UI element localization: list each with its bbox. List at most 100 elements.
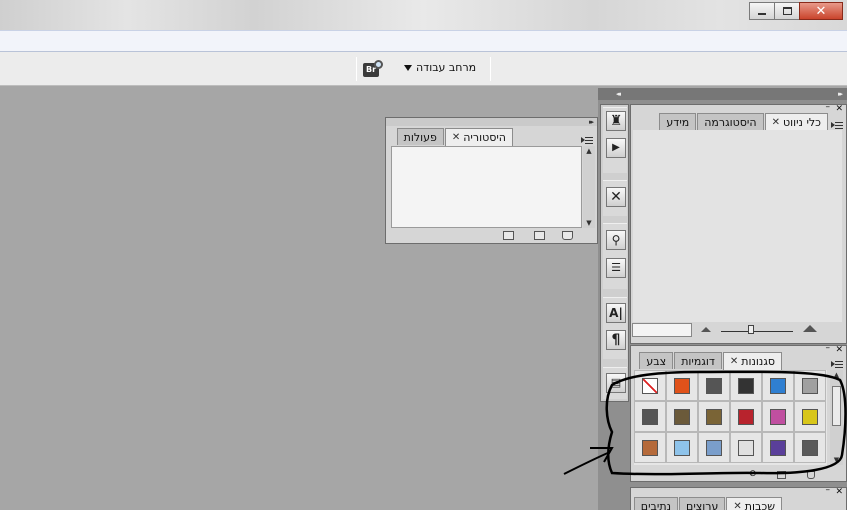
minimize-button[interactable] [749,2,775,20]
style-swatch[interactable] [634,432,666,463]
window-title-bar: ✕ [0,0,847,30]
delete-style-icon[interactable] [807,471,815,479]
style-charcoal-icon [802,439,818,456]
styles-scrollbar[interactable]: ▲ ▼ [830,370,843,465]
separator [356,57,357,81]
close-button[interactable]: ✕ [799,2,843,20]
icon-group: ✕ [603,180,627,216]
tab-color[interactable]: צבע [639,352,674,369]
scroll-thumb[interactable] [832,386,841,426]
paragraph-icon[interactable]: ¶ [606,330,626,350]
style-swatch[interactable] [666,370,698,401]
iconic-panel-column: ♜ ▶ ✕ ⚲ ☰ A| ¶ ▤ [600,104,629,402]
style-camera-icon [738,377,754,394]
style-swatch[interactable] [794,401,826,432]
launch-bridge-button[interactable]: Br [363,60,385,78]
tab-histogram[interactable]: היסטוגרמה [697,113,764,130]
style-olive-brown-icon [706,408,722,425]
style-swatch[interactable] [634,401,666,432]
collapse-left-icon[interactable]: ◂◂ [616,90,621,98]
application-bar: Br מרחב עבודה [0,52,847,86]
clone-source-icon[interactable]: ⚲ [606,230,626,250]
workspace-switcher[interactable]: מרחב עבודה [404,61,476,74]
tab-swatches[interactable]: דוגמיות [674,352,722,369]
style-swatch[interactable] [762,401,794,432]
tab-layers[interactable]: שכבות ✕ [726,497,782,510]
separator [490,57,491,81]
navigator-preview[interactable] [633,130,842,322]
character-icon[interactable]: A| [606,303,626,323]
style-swatch[interactable] [794,432,826,463]
style-swatch[interactable] [666,401,698,432]
zoom-out-icon[interactable] [701,327,711,332]
tab-navigator[interactable]: כלי ניווט ✕ [764,113,828,131]
style-swatch[interactable] [762,432,794,463]
scroll-down-icon[interactable]: ▼ [583,218,595,228]
tab-label: כלי ניווט [782,116,821,129]
style-swatch[interactable] [634,370,666,401]
zoom-in-icon[interactable] [803,325,817,332]
dropdown-arrow-icon [404,64,412,71]
close-panel-icon[interactable]: ✕ [835,104,843,114]
panel-menu-icon[interactable] [831,120,843,130]
close-panel-icon[interactable]: ✕ [835,487,843,497]
history-scrollbar[interactable]: ▲ ▼ [583,146,595,228]
history-brush-icon[interactable]: ♜ [606,111,626,131]
collapse-right-icon[interactable]: ▸▸ [838,90,843,98]
close-panel-icon[interactable]: ✕ [835,345,843,355]
style-yellow-icon [802,408,818,425]
tab-channels[interactable]: ערוצים [679,497,726,510]
tab-actions[interactable]: פעולות [396,128,444,145]
panel-header[interactable]: ▸▸ [386,118,597,126]
minimize-panel-icon[interactable]: – [826,485,831,495]
style-swatch[interactable] [794,370,826,401]
snapshot-icon[interactable] [534,231,545,240]
style-swatch[interactable] [762,370,794,401]
zoom-slider-thumb[interactable] [748,325,754,334]
close-tab-icon[interactable]: ✕ [772,115,780,130]
tools-icon[interactable]: ✕ [606,187,626,207]
history-list[interactable] [391,146,582,228]
style-purple-icon [770,439,786,456]
style-orange-glow-icon [674,377,690,394]
scroll-up-icon[interactable]: ▲ [830,370,843,380]
tab-history[interactable]: היסטוריה ✕ [444,128,513,146]
styles-panel: ✕ – סגנונות ✕ דוגמיות צבע ▲ ▼ ⊘ [630,343,847,482]
style-swatch[interactable] [730,432,762,463]
style-swatch[interactable] [666,432,698,463]
close-tab-icon[interactable]: ✕ [733,499,741,510]
dock-header[interactable]: ◂◂ ▸▸ [598,88,847,100]
style-swatch[interactable] [730,401,762,432]
zoom-field[interactable] [632,323,692,337]
close-tab-icon[interactable]: ✕ [452,130,460,145]
style-swatch[interactable] [698,432,730,463]
style-swatch[interactable] [698,401,730,432]
clear-style-icon[interactable]: ⊘ [749,469,757,479]
style-brown-icon [674,408,690,425]
style-swatch[interactable] [698,370,730,401]
icon-group: ▤ [603,367,627,399]
panel-menu-icon[interactable] [581,135,593,145]
scroll-up-icon[interactable]: ▲ [583,146,595,156]
collapse-panel-icon[interactable]: ▸▸ [589,118,594,126]
tab-styles[interactable]: סגנונות ✕ [722,352,782,370]
style-none-icon [642,377,658,394]
zoom-slider-track[interactable] [721,331,793,332]
maximize-button[interactable] [774,2,800,20]
tab-info[interactable]: מידע [659,113,697,130]
new-style-icon[interactable] [777,471,786,479]
minimize-panel-icon[interactable]: – [826,343,831,353]
minimize-panel-icon[interactable]: – [826,102,831,112]
scroll-down-icon[interactable]: ▼ [830,455,843,465]
play-icon[interactable]: ▶ [606,138,626,158]
trash-icon[interactable] [562,231,573,240]
layer-comps-icon[interactable]: ☰ [606,258,626,278]
tab-paths[interactable]: נתיבים [633,497,679,510]
style-pattern-icon [738,439,754,456]
new-document-icon[interactable] [503,231,514,240]
panel-menu-icon[interactable] [831,359,843,369]
style-swatch[interactable] [730,370,762,401]
tab-label: נתיבים [640,499,672,510]
close-tab-icon[interactable]: ✕ [730,354,738,369]
notes-icon[interactable]: ▤ [606,373,626,393]
